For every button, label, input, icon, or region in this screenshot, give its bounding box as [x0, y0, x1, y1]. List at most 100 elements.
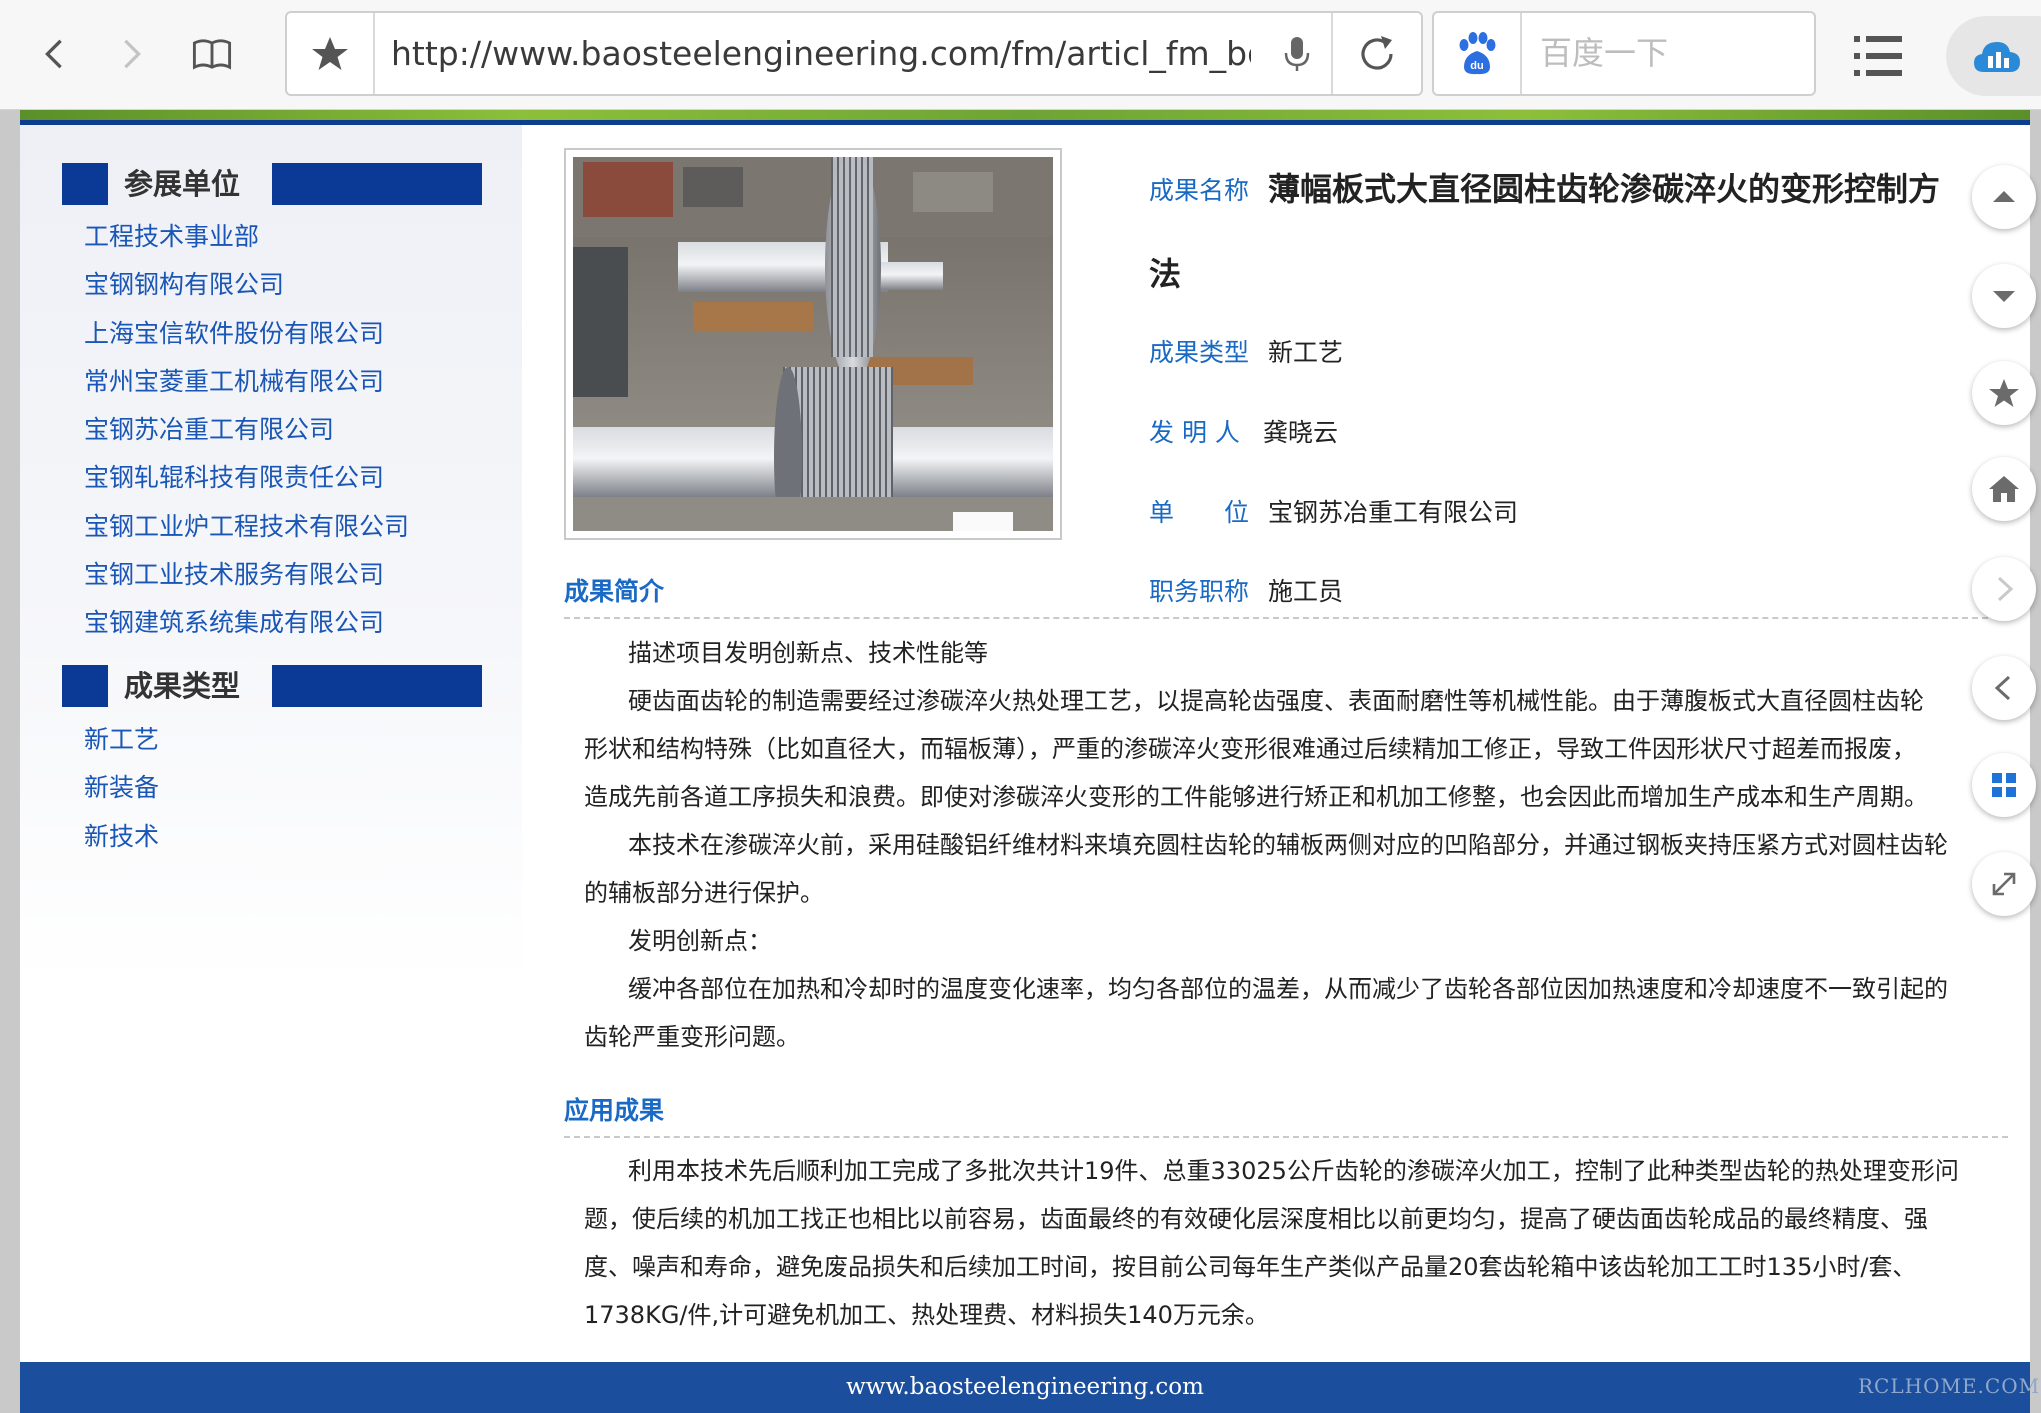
address-bar[interactable]: http://www.baosteelengineering.com/fm/ar…: [285, 11, 1423, 96]
baidu-logo-icon: du: [1459, 31, 1496, 74]
sidebar-link[interactable]: 宝钢轧辊科技有限责任公司: [84, 454, 409, 502]
scroll-up-button[interactable]: [1972, 165, 2036, 229]
back-page-icon: [1994, 675, 2011, 701]
sidebar-link[interactable]: 上海宝信软件股份有限公司: [84, 310, 409, 358]
summary-paragraph-line: 的辅板部分进行保护。: [584, 879, 824, 907]
summary-paragraph: 描述项目发明创新点、技术性能等: [628, 639, 988, 667]
summary-paragraph-line: 齿轮严重变形问题。: [584, 1023, 800, 1051]
reload-button[interactable]: [1331, 13, 1421, 94]
application-body: 利用本技术先后顺利加工完成了多批次共计19件、总重33025公斤齿轮的渗碳淬火加…: [584, 1147, 2008, 1339]
sidebar-link[interactable]: 宝钢工业炉工程技术有限公司: [84, 503, 409, 551]
search-engine-button[interactable]: du: [1434, 13, 1522, 94]
summary-divider: [564, 617, 2008, 619]
sidebar-section-header: 参展单位: [62, 163, 482, 205]
inventor-label: 发 明 人: [1149, 418, 1240, 447]
unit-value: 宝钢苏冶重工有限公司: [1268, 498, 1519, 527]
gear-photo-image: [573, 157, 1053, 531]
grid-button[interactable]: [1972, 753, 2036, 817]
exhibitor-list: 工程技术事业部 宝钢钢构有限公司 上海宝信软件股份有限公司 常州宝菱重工机械有限…: [84, 213, 409, 648]
result-name-value-line2: 法: [1149, 255, 1182, 293]
fullscreen-button[interactable]: [1972, 852, 2036, 916]
sidebar-section-title: 参展单位: [124, 167, 241, 201]
sidebar-link[interactable]: 宝钢工业技术服务有限公司: [84, 551, 409, 599]
result-type-value: 新工艺: [1268, 338, 1344, 367]
result-type-list: 新工艺 新装备 新技术: [84, 716, 159, 861]
scroll-up-icon: [1993, 191, 2015, 202]
search-placeholder: 百度一下: [1540, 34, 1669, 72]
bookmarks-button[interactable]: [180, 22, 244, 86]
forward-button[interactable]: [100, 22, 164, 86]
header-block-left: [62, 163, 108, 205]
sidebar-link[interactable]: 宝钢钢构有限公司: [84, 261, 409, 309]
position-label: 职务职称: [1149, 577, 1250, 606]
summary-heading: 成果简介: [564, 577, 665, 606]
unit-label-b: 位: [1224, 498, 1250, 527]
menu-button[interactable]: [1848, 26, 1908, 86]
microphone-icon: [1284, 36, 1310, 71]
menu-icon: [1854, 36, 1902, 76]
add-bookmark-button[interactable]: [287, 13, 375, 94]
inventor-value: 龚晓云: [1263, 418, 1339, 447]
summary-paragraph-line: 形状和结构特殊（比如直径大，而辐板薄），严重的渗碳淬火变形很难通过后续精加工修正…: [584, 735, 1916, 763]
application-heading: 应用成果: [564, 1096, 665, 1125]
cloud-icon: [1974, 42, 2020, 72]
home-button[interactable]: [1972, 457, 2036, 521]
summary-paragraph: 缓冲各部位在加热和冷却时的温度变化速率，均匀各部位的温差，从而减少了齿轮各部位因…: [628, 975, 1948, 1003]
sidebar: 参展单位 工程技术事业部 宝钢钢构有限公司 上海宝信软件股份有限公司 常州宝菱重…: [20, 125, 522, 985]
favorite-icon: [1989, 379, 2019, 407]
fullscreen-icon: [1992, 872, 2016, 896]
sidebar-link[interactable]: 常州宝菱重工机械有限公司: [84, 358, 409, 406]
summary-paragraph: 本技术在渗碳淬火前，采用硅酸铝纤维材料来填充圆柱齿轮的辅板两侧对应的凹陷部分，并…: [628, 831, 1948, 859]
application-paragraph: 利用本技术先后顺利加工完成了多批次共计19件、总重33025公斤齿轮的渗碳淬火加…: [628, 1157, 1959, 1185]
search-box[interactable]: du 百度一下: [1432, 11, 1816, 96]
back-button[interactable]: [22, 22, 86, 86]
back-page-button[interactable]: [1972, 656, 2036, 720]
header-block-right: [272, 163, 482, 205]
svg-text:du: du: [1470, 60, 1483, 72]
sidebar-section-header: 成果类型: [62, 665, 482, 707]
application-paragraph-line: 度、噪声和寿命，避免废品损失和后续加工时间，按目前公司每年生产类似产品量20套齿…: [584, 1253, 1917, 1281]
browser-toolbar: http://www.baosteelengineering.com/fm/ar…: [0, 0, 2041, 110]
application-divider: [564, 1136, 2008, 1138]
sidebar-link[interactable]: 新技术: [84, 813, 159, 861]
application-paragraph-line: 1738KG/件,计可避免机加工、热处理费、材料损失140万元余。: [584, 1301, 1269, 1329]
sidebar-link[interactable]: 工程技术事业部: [84, 213, 409, 261]
product-photo-frame: [564, 148, 1062, 540]
header-block-left: [62, 665, 108, 707]
footer-site-link[interactable]: www.baosteelengineering.com: [20, 1362, 2030, 1413]
gear-photo: [573, 157, 1053, 531]
header-block-right: [272, 665, 482, 707]
sidebar-link[interactable]: 宝钢苏冶重工有限公司: [84, 406, 409, 454]
scroll-down-icon: [1993, 291, 2015, 302]
application-paragraph-line: 题，使后续的机加工找正也相比以前容易，齿面最终的有效硬化层深度相比以前更均匀，提…: [584, 1205, 1928, 1233]
position-value: 施工员: [1268, 577, 1344, 606]
sidebar-link[interactable]: 新装备: [84, 764, 159, 812]
sidebar-link[interactable]: 新工艺: [84, 716, 159, 764]
favorite-button[interactable]: [1972, 361, 2036, 425]
result-name-label: 成果名称: [1149, 176, 1250, 205]
sidebar-link[interactable]: 宝钢建筑系统集成有限公司: [84, 599, 409, 647]
reload-icon: [1361, 35, 1393, 70]
forward-page-button[interactable]: [1972, 557, 2036, 621]
result-name-value-line1: 薄幅板式大直径圆柱齿轮渗碳淬火的变形控制方: [1268, 170, 1941, 208]
star-icon: [312, 36, 348, 70]
summary-body: 描述项目发明创新点、技术性能等 硬齿面齿轮的制造需要经过渗碳淬火热处理工艺，以提…: [584, 629, 2008, 1061]
summary-paragraph: 硬齿面齿轮的制造需要经过渗碳淬火热处理工艺，以提高轮齿强度、表面耐磨性等机械性能…: [628, 687, 1924, 715]
unit-label-a: 单: [1149, 498, 1175, 527]
site-footer: www.baosteelengineering.com: [20, 1362, 2030, 1413]
watermark: RCLHOME.COM: [1858, 1374, 2041, 1398]
grid-icon: [1992, 773, 2016, 797]
url-text[interactable]: http://www.baosteelengineering.com/fm/ar…: [391, 13, 1251, 94]
voice-input-button[interactable]: [1267, 13, 1327, 94]
page-gutter-left: [0, 110, 20, 1413]
summary-paragraph: 发明创新点：: [628, 927, 772, 955]
forward-icon: [124, 39, 141, 69]
cloud-sync-button[interactable]: [1946, 16, 2041, 96]
home-icon: [1989, 476, 2019, 502]
summary-paragraph-line: 造成先前各道工序损失和浪费。即使对渗碳淬火变形的工件能够进行矫正和机加工修整，也…: [584, 783, 1928, 811]
scroll-down-button[interactable]: [1972, 264, 2036, 328]
sidebar-section-title: 成果类型: [124, 669, 241, 703]
bookmarks-icon: [192, 39, 232, 70]
forward-page-icon: [1997, 576, 2014, 602]
back-icon: [45, 39, 62, 69]
